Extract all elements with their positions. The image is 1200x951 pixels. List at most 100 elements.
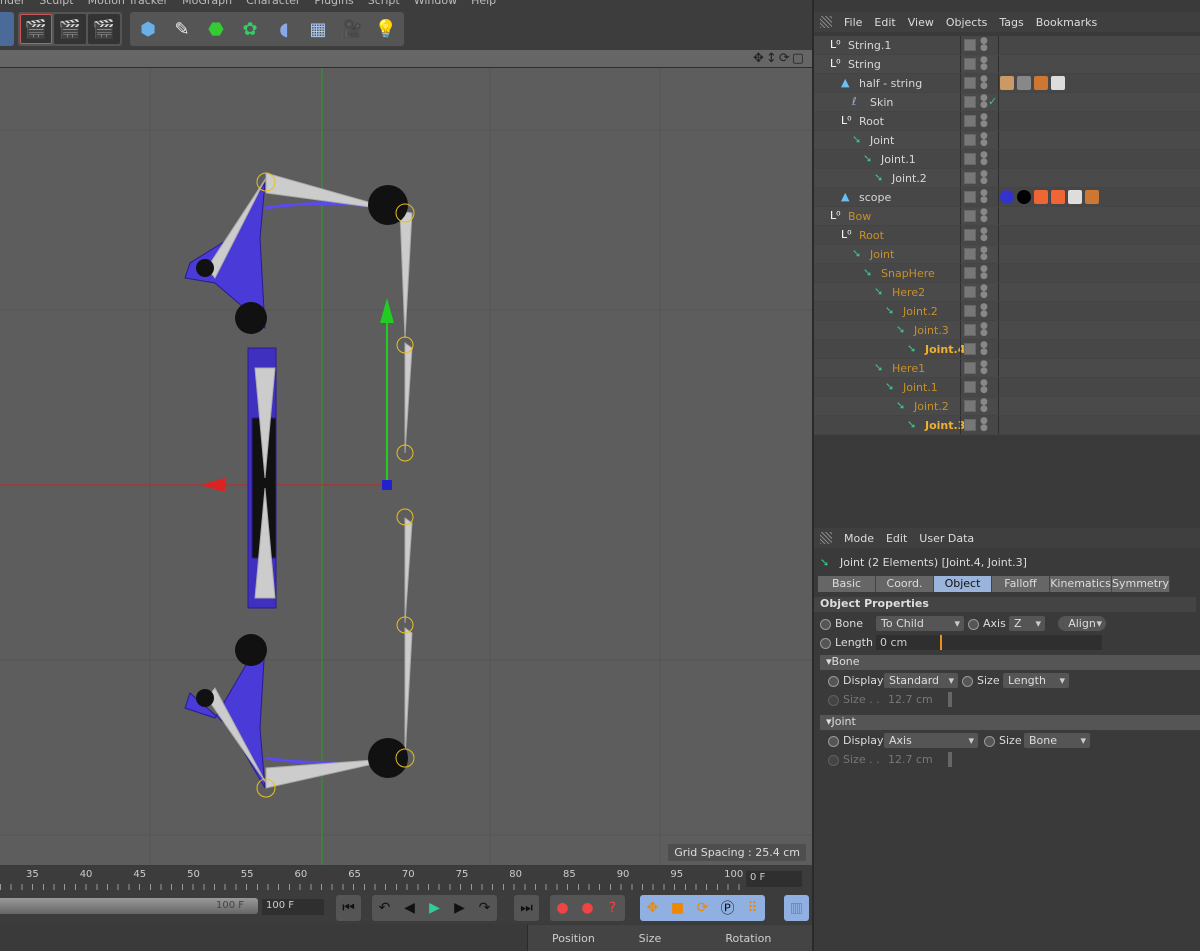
move-gizmo[interactable]: [200, 298, 394, 492]
bone-display-dropdown[interactable]: Standard: [884, 673, 958, 688]
go-to-end-icon[interactable]: ⏭: [514, 895, 539, 921]
render-view-button[interactable]: 🎬: [20, 14, 52, 44]
prev-key-icon[interactable]: ↶: [372, 895, 397, 921]
menu-item[interactable]: MoGraph: [182, 0, 232, 8]
tab-coord[interactable]: Coord.: [876, 576, 934, 592]
tab-symmetry[interactable]: Symmetry: [1112, 576, 1170, 592]
keyframe-selection-icon[interactable]: ?: [600, 895, 625, 921]
vertex-map-tag-icon[interactable]: [1034, 76, 1048, 90]
object-row[interactable]: ➘ Joint.4 ● ●: [814, 340, 1200, 359]
bone-dropdown[interactable]: To Child: [876, 616, 964, 631]
layer-icon[interactable]: [964, 343, 976, 355]
layer-icon[interactable]: [964, 115, 976, 127]
object-row[interactable]: ➘ SnapHere ● ●: [814, 264, 1200, 283]
current-frame-field[interactable]: 0 F: [746, 871, 802, 887]
object-name[interactable]: Joint.2: [914, 400, 949, 413]
range-end-slider[interactable]: 100 F: [0, 898, 258, 914]
parameter-track-icon[interactable]: Ⓟ: [715, 895, 740, 921]
visibility-dots-icon[interactable]: ● ●: [980, 208, 988, 224]
tab-basic[interactable]: Basic: [818, 576, 876, 592]
spline-pen-icon[interactable]: ✎: [166, 14, 198, 44]
tab-object[interactable]: Object: [934, 576, 992, 592]
object-row[interactable]: L⁰ String ● ●: [814, 55, 1200, 74]
visibility-dots-icon[interactable]: ● ●: [980, 151, 988, 167]
visibility-dots-icon[interactable]: ● ●: [980, 379, 988, 395]
object-name[interactable]: SnapHere: [881, 267, 935, 280]
visibility-dots-icon[interactable]: ● ●: [980, 398, 988, 414]
object-row[interactable]: ▲ half - string ● ●: [814, 74, 1200, 93]
object-name[interactable]: Here2: [892, 286, 925, 299]
visibility-dots-icon[interactable]: ● ●: [980, 75, 988, 91]
panel-grip-icon[interactable]: [820, 16, 832, 28]
axis-dropdown[interactable]: Z: [1009, 616, 1045, 631]
visibility-dots-icon[interactable]: ● ●: [980, 94, 988, 110]
layer-icon[interactable]: [964, 96, 976, 108]
object-name[interactable]: Joint.1: [881, 153, 916, 166]
object-row[interactable]: ➘ Joint.2 ● ●: [814, 397, 1200, 416]
camera-icon[interactable]: 🎥: [336, 14, 368, 44]
object-row[interactable]: ➘ Joint.2 ● ●: [814, 302, 1200, 321]
om-menu-item[interactable]: Edit: [874, 16, 895, 29]
layer-icon[interactable]: [964, 39, 976, 51]
visibility-dots-icon[interactable]: ● ●: [980, 360, 988, 376]
layer-icon[interactable]: [964, 400, 976, 412]
object-row[interactable]: L⁰ Bow ● ●: [814, 207, 1200, 226]
deformer-icon[interactable]: ◖: [268, 14, 300, 44]
cube-icon[interactable]: ⬢: [132, 14, 164, 44]
om-menu-item[interactable]: Tags: [999, 16, 1023, 29]
layer-icon[interactable]: [964, 324, 976, 336]
layer-icon[interactable]: [964, 305, 976, 317]
menu-item[interactable]: nder: [0, 0, 25, 8]
visibility-dots-icon[interactable]: ● ●: [980, 132, 988, 148]
visibility-dots-icon[interactable]: ● ●: [980, 246, 988, 262]
layer-icon[interactable]: [964, 362, 976, 374]
menu-item[interactable]: Character: [246, 0, 300, 8]
object-row[interactable]: ➘ Joint ● ●: [814, 131, 1200, 150]
subdivision-surface-icon[interactable]: ⬣: [200, 14, 232, 44]
object-row[interactable]: ➘ Here1 ● ●: [814, 359, 1200, 378]
visibility-dots-icon[interactable]: ● ●: [980, 284, 988, 300]
viewport-nav-icons[interactable]: ✥↕⟳▢: [753, 51, 806, 66]
object-name[interactable]: Joint.1: [903, 381, 938, 394]
next-key-icon[interactable]: ↷: [472, 895, 497, 921]
object-name[interactable]: Root: [859, 115, 884, 128]
selection-tag-icon[interactable]: [1051, 190, 1065, 204]
cloner-icon[interactable]: ✿: [234, 14, 266, 44]
record-key-icon[interactable]: ●: [550, 895, 575, 921]
material-check-tag-icon[interactable]: [1068, 190, 1082, 204]
length-input[interactable]: 0 cm: [876, 635, 940, 650]
bone-group-header[interactable]: ▾Bone: [820, 655, 1200, 670]
visibility-dots-icon[interactable]: ● ●: [980, 227, 988, 243]
align-button[interactable]: Align: [1058, 616, 1106, 631]
autokey-icon[interactable]: ●: [575, 895, 600, 921]
visibility-dots-icon[interactable]: ● ●: [980, 37, 988, 53]
visibility-dots-icon[interactable]: ● ●: [980, 341, 988, 357]
timeline-ruler[interactable]: 35 40 45 50 55 60 65 70 75 80 85 90 95 100 0 F: [0, 866, 812, 892]
object-name[interactable]: Bow: [848, 210, 871, 223]
object-name[interactable]: Joint.2: [892, 172, 927, 185]
floor-icon[interactable]: ▦: [302, 14, 334, 44]
object-name[interactable]: Skin: [870, 96, 893, 109]
layer-icon[interactable]: [964, 419, 976, 431]
menu-item[interactable]: Help: [471, 0, 496, 8]
axis-label[interactable]: Axis: [968, 617, 1006, 630]
om-menu-item[interactable]: Objects: [946, 16, 988, 29]
joint-display-dropdown[interactable]: Axis: [884, 733, 978, 748]
blue-material-tag-icon[interactable]: [1000, 190, 1014, 204]
render-settings-button[interactable]: 🎬: [88, 14, 120, 44]
menu-item[interactable]: Motion Tracker: [88, 0, 168, 8]
object-name[interactable]: String.1: [848, 39, 891, 52]
enabled-check-icon[interactable]: ✓: [988, 95, 997, 108]
object-row[interactable]: L⁰ Root ● ●: [814, 112, 1200, 131]
end-frame-field[interactable]: 100 F: [262, 899, 324, 915]
bone-display-label[interactable]: Display: [828, 674, 884, 687]
object-name[interactable]: String: [848, 58, 881, 71]
scale-track-icon[interactable]: ■: [665, 895, 690, 921]
layer-icon[interactable]: [964, 286, 976, 298]
object-row[interactable]: L⁰ Root ● ●: [814, 226, 1200, 245]
visibility-dots-icon[interactable]: ● ●: [980, 322, 988, 338]
visibility-dots-icon[interactable]: ● ●: [980, 56, 988, 72]
visibility-dots-icon[interactable]: ● ●: [980, 170, 988, 186]
am-menu-item[interactable]: Edit: [886, 532, 907, 545]
object-row[interactable]: ➘ Joint.3 ● ●: [814, 321, 1200, 340]
